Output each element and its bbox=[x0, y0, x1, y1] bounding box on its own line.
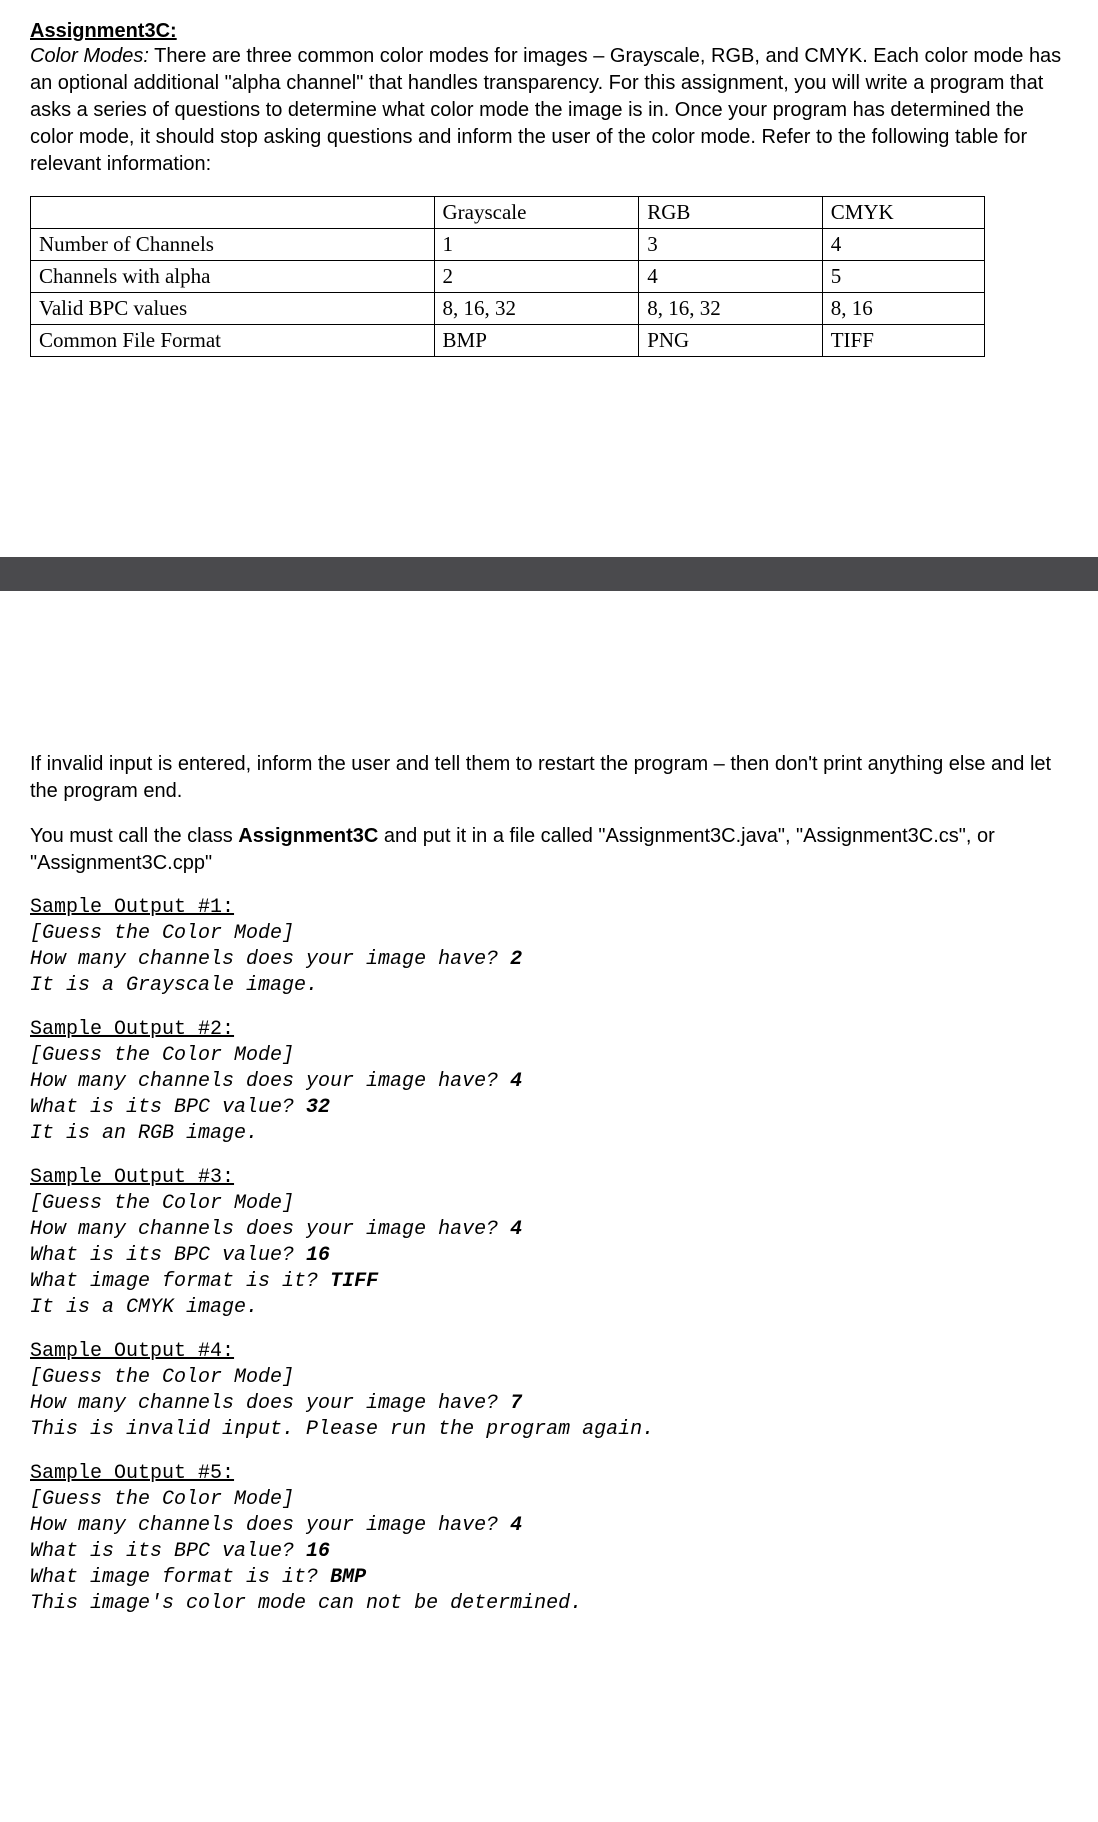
sample-line: [Guess the Color Mode] bbox=[30, 1365, 1068, 1391]
page-bottom: If invalid input is entered, inform the … bbox=[0, 731, 1098, 1637]
class-note-pre: You must call the class bbox=[30, 825, 238, 847]
sample-line-text: How many channels does your image have? bbox=[30, 1514, 510, 1537]
table-row: Channels with alpha 2 4 5 bbox=[31, 261, 985, 293]
sample-line-text: [Guess the Color Mode] bbox=[30, 1192, 294, 1215]
page-top: Assignment3C: Color Modes: There are thr… bbox=[0, 0, 1098, 377]
sample-line: What is its BPC value? 16 bbox=[30, 1243, 1068, 1269]
sample-title: Sample Output #5: bbox=[30, 1461, 1068, 1487]
sample-line: How many channels does your image have? … bbox=[30, 1069, 1068, 1095]
sample-line-text: How many channels does your image have? bbox=[30, 1392, 510, 1415]
class-name-note: You must call the class Assignment3C and… bbox=[30, 823, 1068, 877]
sample-outputs: Sample Output #1:[Guess the Color Mode]H… bbox=[30, 895, 1068, 1617]
sample-line-text: What image format is it? bbox=[30, 1270, 330, 1293]
sample-line-text: How many channels does your image have? bbox=[30, 1218, 510, 1241]
sample-line: [Guess the Color Mode] bbox=[30, 1191, 1068, 1217]
table-row: Valid BPC values 8, 16, 32 8, 16, 32 8, … bbox=[31, 293, 985, 325]
sample-user-input: 2 bbox=[510, 948, 522, 971]
sample-user-input: 32 bbox=[306, 1096, 330, 1119]
sample-block: Sample Output #1:[Guess the Color Mode]H… bbox=[30, 895, 1068, 999]
sample-line-text: [Guess the Color Mode] bbox=[30, 1488, 294, 1511]
sample-line: How many channels does your image have? … bbox=[30, 1217, 1068, 1243]
sample-line-text: How many channels does your image have? bbox=[30, 1070, 510, 1093]
title-text: Assignment3C: bbox=[30, 20, 177, 42]
sample-line: It is an RGB image. bbox=[30, 1121, 1068, 1147]
cell: 8, 16, 32 bbox=[639, 293, 822, 325]
intro-body: There are three common color modes for i… bbox=[30, 45, 1061, 175]
color-mode-table: Grayscale RGB CMYK Number of Channels 1 … bbox=[30, 196, 985, 357]
cell: PNG bbox=[639, 325, 822, 357]
sample-line: It is a Grayscale image. bbox=[30, 973, 1068, 999]
intro-prefix: Color Modes: bbox=[30, 45, 149, 67]
cell: 1 bbox=[434, 229, 639, 261]
row-label: Valid BPC values bbox=[31, 293, 435, 325]
sample-user-input: 4 bbox=[510, 1218, 522, 1241]
cell: 3 bbox=[639, 229, 822, 261]
sample-line: This image's color mode can not be deter… bbox=[30, 1591, 1068, 1617]
sample-line: It is a CMYK image. bbox=[30, 1295, 1068, 1321]
sample-user-input: BMP bbox=[330, 1566, 366, 1589]
sample-line-text: This image's color mode can not be deter… bbox=[30, 1592, 582, 1615]
sample-block: Sample Output #5:[Guess the Color Mode]H… bbox=[30, 1461, 1068, 1617]
sample-line-text: What is its BPC value? bbox=[30, 1096, 306, 1119]
sample-line: What image format is it? BMP bbox=[30, 1565, 1068, 1591]
sample-line-text: [Guess the Color Mode] bbox=[30, 1044, 294, 1067]
sample-user-input: TIFF bbox=[330, 1270, 378, 1293]
sample-line-text: How many channels does your image have? bbox=[30, 948, 510, 971]
sample-line-text: It is an RGB image. bbox=[30, 1122, 258, 1145]
table-header-cmyk: CMYK bbox=[822, 197, 984, 229]
sample-line: How many channels does your image have? … bbox=[30, 1513, 1068, 1539]
table-header-empty bbox=[31, 197, 435, 229]
sample-user-input: 16 bbox=[306, 1540, 330, 1563]
assignment-title: Assignment3C: bbox=[30, 20, 1068, 43]
sample-user-input: 4 bbox=[510, 1514, 522, 1537]
sample-line: What is its BPC value? 32 bbox=[30, 1095, 1068, 1121]
cell: BMP bbox=[434, 325, 639, 357]
sample-line-text: What image format is it? bbox=[30, 1566, 330, 1589]
sample-line: How many channels does your image have? … bbox=[30, 1391, 1068, 1417]
sample-line-text: This is invalid input. Please run the pr… bbox=[30, 1418, 654, 1441]
sample-line-text: What is its BPC value? bbox=[30, 1540, 306, 1563]
table-row: Number of Channels 1 3 4 bbox=[31, 229, 985, 261]
sample-line-text: [Guess the Color Mode] bbox=[30, 1366, 294, 1389]
page-divider bbox=[0, 557, 1098, 591]
table-header-rgb: RGB bbox=[639, 197, 822, 229]
sample-line-text: It is a Grayscale image. bbox=[30, 974, 318, 997]
cell: 4 bbox=[639, 261, 822, 293]
sample-title: Sample Output #1: bbox=[30, 895, 1068, 921]
sample-user-input: 4 bbox=[510, 1070, 522, 1093]
sample-line: What is its BPC value? 16 bbox=[30, 1539, 1068, 1565]
row-label: Channels with alpha bbox=[31, 261, 435, 293]
table-row: Common File Format BMP PNG TIFF bbox=[31, 325, 985, 357]
cell: 4 bbox=[822, 229, 984, 261]
sample-line-text: [Guess the Color Mode] bbox=[30, 922, 294, 945]
table-header-grayscale: Grayscale bbox=[434, 197, 639, 229]
sample-line: This is invalid input. Please run the pr… bbox=[30, 1417, 1068, 1443]
sample-title: Sample Output #2: bbox=[30, 1017, 1068, 1043]
sample-title: Sample Output #3: bbox=[30, 1165, 1068, 1191]
sample-line: How many channels does your image have? … bbox=[30, 947, 1068, 973]
cell: 5 bbox=[822, 261, 984, 293]
row-label: Common File Format bbox=[31, 325, 435, 357]
sample-line: [Guess the Color Mode] bbox=[30, 921, 1068, 947]
cell: 8, 16, 32 bbox=[434, 293, 639, 325]
sample-user-input: 16 bbox=[306, 1244, 330, 1267]
intro-paragraph: Color Modes: There are three common colo… bbox=[30, 43, 1068, 178]
sample-block: Sample Output #4:[Guess the Color Mode]H… bbox=[30, 1339, 1068, 1443]
invalid-input-note: If invalid input is entered, inform the … bbox=[30, 751, 1068, 805]
class-name: Assignment3C bbox=[238, 825, 378, 847]
sample-line: What image format is it? TIFF bbox=[30, 1269, 1068, 1295]
sample-line: [Guess the Color Mode] bbox=[30, 1487, 1068, 1513]
cell: TIFF bbox=[822, 325, 984, 357]
cell: 2 bbox=[434, 261, 639, 293]
sample-block: Sample Output #2:[Guess the Color Mode]H… bbox=[30, 1017, 1068, 1147]
sample-line-text: It is a CMYK image. bbox=[30, 1296, 258, 1319]
cell: 8, 16 bbox=[822, 293, 984, 325]
sample-title: Sample Output #4: bbox=[30, 1339, 1068, 1365]
sample-user-input: 7 bbox=[510, 1392, 522, 1415]
sample-block: Sample Output #3:[Guess the Color Mode]H… bbox=[30, 1165, 1068, 1321]
sample-line: [Guess the Color Mode] bbox=[30, 1043, 1068, 1069]
table-header-row: Grayscale RGB CMYK bbox=[31, 197, 985, 229]
row-label: Number of Channels bbox=[31, 229, 435, 261]
sample-line-text: What is its BPC value? bbox=[30, 1244, 306, 1267]
